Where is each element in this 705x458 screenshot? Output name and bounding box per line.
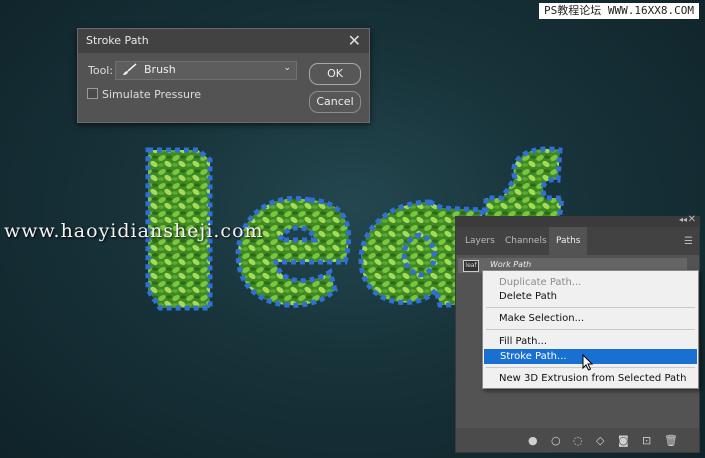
watermark-top: PS教程论坛 WWW.16XX8.COM [539,3,699,19]
chevron-down-icon: ⌄ [283,63,291,73]
dialog-title: Stroke Path [86,34,149,47]
make-work-path-icon[interactable]: ◇ [596,434,604,447]
watermark-center: www.haoyidiansheji.com [4,220,264,242]
panel-tabs: Layers Channels Paths ☰ [456,227,699,255]
collapse-icon[interactable]: ◂◂ [679,215,687,224]
path-name: Work Path [490,260,532,269]
dialog-title-bar: Stroke Path ✕ [78,29,369,53]
ok-button[interactable]: OK [309,63,361,85]
tool-label: Tool: [88,64,114,77]
panel-header-strip: ◂◂ ✕ [456,214,699,227]
tab-channels[interactable]: Channels [498,227,554,255]
panel-close-icon[interactable]: ✕ [688,214,696,225]
mouse-cursor-icon [582,354,594,371]
menu-item-make-selection[interactable]: Make Selection... [483,311,698,326]
path-context-menu: Duplicate Path... Delete Path Make Selec… [482,270,699,389]
panel-menu-icon[interactable]: ☰ [684,236,693,247]
menu-item-duplicate-path[interactable]: Duplicate Path... [483,275,698,290]
close-icon[interactable]: ✕ [348,29,361,53]
cancel-button[interactable]: Cancel [309,91,361,113]
new-path-icon[interactable]: ⊡ [642,434,651,447]
menu-item-delete-path[interactable]: Delete Path [483,289,698,304]
fill-path-icon[interactable]: ● [528,434,538,447]
menu-separator [486,329,695,330]
tool-select[interactable]: Brush ⌄ [115,61,297,80]
brush-icon [123,63,137,75]
tool-select-value: Brush [144,63,176,76]
menu-item-fill-path[interactable]: Fill Path... [483,334,698,349]
tab-paths[interactable]: Paths [549,227,588,255]
load-selection-icon[interactable]: ◌ [573,434,583,447]
delete-path-icon[interactable]: 🗑 [664,434,678,447]
menu-separator [486,307,695,308]
add-mask-icon[interactable]: ◙ [618,434,629,447]
stroke-path-dialog: Stroke Path ✕ Tool: Brush ⌄ Simulate Pre… [77,28,370,123]
checkbox-box[interactable] [87,88,98,99]
path-thumbnail: leaf [463,260,479,272]
simulate-pressure-checkbox[interactable]: Simulate Pressure [87,88,201,101]
simulate-pressure-label: Simulate Pressure [102,88,202,101]
stroke-path-icon[interactable]: ○ [551,434,561,447]
tab-layers[interactable]: Layers [458,227,502,255]
menu-item-new-3d-extrusion[interactable]: New 3D Extrusion from Selected Path [483,371,698,386]
panel-footer: ● ○ ◌ ◇ ◙ ⊡ 🗑 [456,428,699,452]
